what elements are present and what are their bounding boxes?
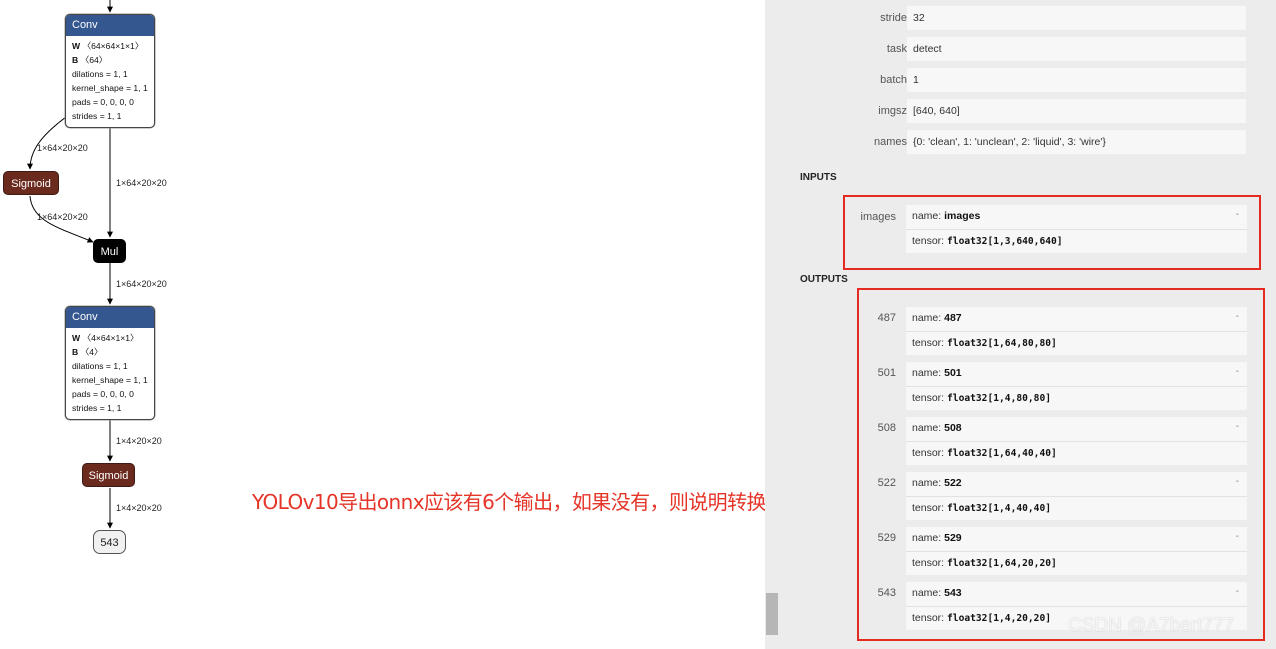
metadata-row-stride: stride 32	[779, 3, 1259, 30]
edge-label: 1×64×20×20	[116, 178, 167, 188]
conv-attr-dilations: dilations = 1, 1	[72, 69, 128, 80]
inputs-section-title: INPUTS	[800, 172, 837, 183]
edge-label: 1×64×20×20	[37, 212, 88, 222]
conv-attr-weight: W 〈64×64×1×1〉	[72, 41, 144, 51]
graph-canvas[interactable]: Conv W 〈64×64×1×1〉 B 〈64〉 dilations = 1,…	[0, 0, 805, 649]
annotation-text: YOLOv10导出onnx应该有6个输出，如果没有，则说明转换失败	[252, 490, 805, 514]
metadata-value[interactable]: 1	[907, 68, 1246, 92]
metadata-label: names	[873, 136, 907, 148]
metadata-label: imgsz	[878, 105, 907, 117]
metadata-row-names: names {0: 'clean', 1: 'unclean', 2: 'liq…	[779, 127, 1259, 154]
metadata-value[interactable]: 32	[907, 6, 1246, 30]
edge-label: 1×64×20×20	[37, 143, 88, 153]
conv-attr-kernel-shape: kernel_shape = 1, 1	[72, 83, 148, 94]
metadata-value[interactable]: [640, 640]	[907, 99, 1246, 123]
inputs-highlight-box	[843, 195, 1261, 270]
metadata-value[interactable]: detect	[907, 37, 1246, 61]
edge-label: 1×4×20×20	[116, 436, 162, 446]
metadata-row-batch: batch 1	[779, 65, 1259, 92]
metadata-label: batch	[880, 74, 907, 86]
outputs-section-title: OUTPUTS	[800, 274, 848, 285]
conv-attr-strides: strides = 1, 1	[72, 111, 122, 122]
metadata-label: task	[886, 43, 907, 55]
conv-attr-kernel-shape: kernel_shape = 1, 1	[72, 375, 148, 386]
conv-attr-bias: B 〈64〉	[72, 55, 108, 66]
watermark: CSDN @A7bert777	[1068, 615, 1235, 636]
conv-attr-dilations: dilations = 1, 1	[72, 361, 128, 372]
mul-node[interactable]: Mul	[93, 239, 126, 263]
sigmoid-node-1[interactable]: Sigmoid	[3, 171, 59, 195]
sigmoid-node-2[interactable]: Sigmoid	[82, 463, 135, 487]
metadata-value[interactable]: {0: 'clean', 1: 'unclean', 2: 'liquid', …	[907, 130, 1246, 154]
metadata-row-task: task detect	[779, 34, 1259, 61]
output-node-543[interactable]: 543	[93, 530, 126, 554]
metadata-label: stride	[880, 12, 907, 24]
conv-attr-pads: pads = 0, 0, 0, 0	[72, 389, 134, 400]
metadata-row-imgsz: imgsz [640, 640]	[779, 96, 1259, 123]
conv-node-2[interactable]: Conv W 〈4×64×1×1〉 B 〈4〉 dilations = 1, 1…	[65, 306, 155, 420]
conv-attr-bias: B 〈4〉	[72, 347, 103, 358]
conv-node-title: Conv	[66, 307, 154, 328]
outputs-highlight-box	[857, 288, 1265, 641]
conv-node-title: Conv	[66, 15, 154, 36]
edge-label: 1×64×20×20	[116, 279, 167, 289]
conv-node-1[interactable]: Conv W 〈64×64×1×1〉 B 〈64〉 dilations = 1,…	[65, 14, 155, 128]
conv-attr-pads: pads = 0, 0, 0, 0	[72, 97, 134, 108]
edge-label: 1×4×20×20	[116, 503, 162, 513]
conv-attr-strides: strides = 1, 1	[72, 403, 122, 414]
conv-attr-weight: W 〈4×64×1×1〉	[72, 333, 139, 343]
